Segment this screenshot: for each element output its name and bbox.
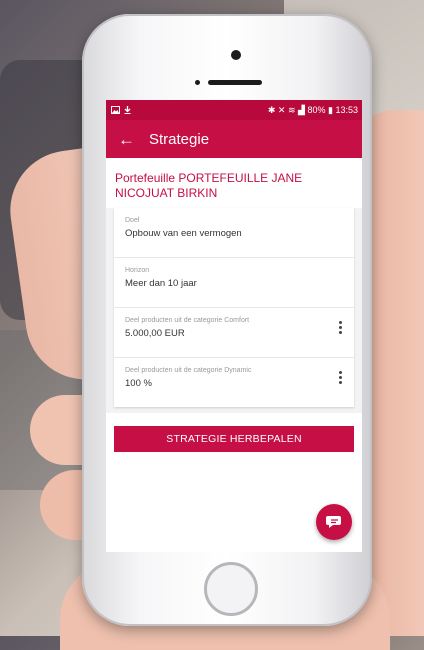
speaker-grille	[208, 80, 262, 85]
status-bar-right: ✱ ✕ ≋ ▟ 80% ▮ 13:53	[268, 105, 358, 116]
list-item: Horizon Meer dan 10 jaar	[114, 258, 354, 308]
strategy-card: Doel Opbouw van een vermogen Horizon Mee…	[114, 208, 354, 407]
chat-fab-button[interactable]	[316, 504, 352, 540]
download-icon	[124, 106, 131, 114]
portfolio-title: Portefeuille PORTEFEUILLE JANE NICOJUAT …	[115, 171, 303, 200]
item-value: Meer dan 10 jaar	[125, 278, 197, 289]
camera-icon	[231, 50, 241, 60]
main-content: Doel Opbouw van een vermogen Horizon Mee…	[106, 208, 362, 413]
battery-percentage: 80%	[307, 104, 326, 115]
back-arrow-icon[interactable]: ←	[118, 131, 135, 148]
bluetooth-icon: ✱	[267, 104, 276, 115]
item-value: 100 %	[125, 378, 152, 389]
list-item: Deel producten uit de categorie Comfort …	[114, 308, 354, 358]
sensor-dot	[195, 80, 200, 85]
signal-icon: ▟	[298, 104, 305, 115]
clock: 13:53	[335, 104, 358, 115]
more-vert-icon[interactable]	[338, 321, 342, 336]
item-value: 5.000,00 EUR	[125, 328, 185, 339]
mute-icon: ✕	[277, 104, 286, 115]
chat-icon	[326, 516, 341, 528]
list-item: Doel Opbouw van een vermogen	[114, 208, 354, 258]
app-bar: ← Strategie	[106, 120, 362, 158]
item-label: Doel	[125, 217, 140, 224]
item-value: Opbouw van een vermogen	[125, 228, 242, 239]
battery-icon: ▮	[328, 104, 333, 115]
redefine-strategy-button[interactable]: STRATEGIE HERBEPALEN	[114, 426, 354, 452]
list-item: Deel producten uit de categorie Dynamic …	[114, 358, 354, 407]
item-label: Deel producten uit de categorie Dynamic	[125, 367, 252, 374]
home-button[interactable]	[204, 562, 258, 616]
phone-screen: ✱ ✕ ≋ ▟ 80% ▮ 13:53 ← Strategie Portefeu…	[106, 100, 362, 552]
page-title: Strategie	[149, 130, 210, 148]
status-bar: ✱ ✕ ≋ ▟ 80% ▮ 13:53	[106, 100, 362, 120]
item-label: Horizon	[125, 267, 150, 274]
item-label: Deel producten uit de categorie Comfort	[125, 317, 250, 324]
image-icon	[111, 106, 120, 114]
status-bar-left	[111, 106, 131, 114]
more-vert-icon[interactable]	[338, 371, 342, 386]
wifi-icon: ≋	[287, 104, 296, 115]
